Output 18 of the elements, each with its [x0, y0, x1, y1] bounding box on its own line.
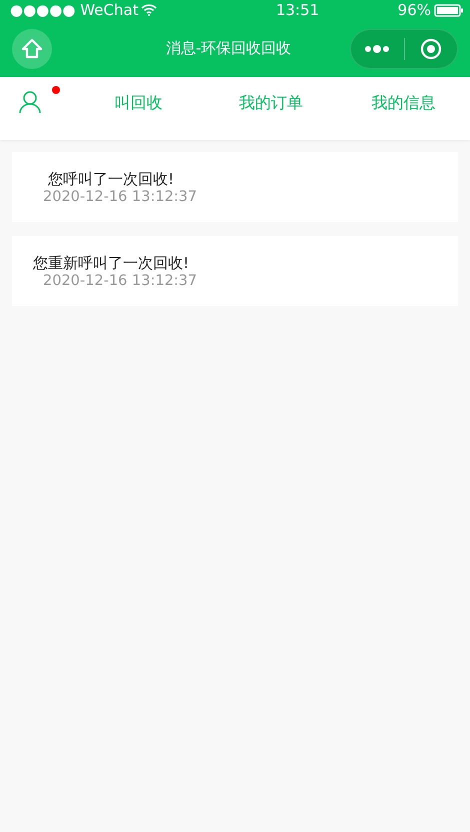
more-icon: [364, 44, 390, 54]
user-icon: [19, 90, 41, 114]
page-title: 消息-环保回收回收: [164, 39, 292, 58]
message-text: 您呼叫了一次回收!: [48, 170, 174, 188]
clock: 13:51: [276, 1, 320, 19]
nav-tab[interactable]: 叫回收: [72, 93, 205, 114]
target-icon: [420, 38, 442, 60]
nav-tab[interactable]: 我的订单: [204, 93, 338, 114]
battery-icon: [434, 4, 464, 16]
carrier-name: ●●●●● WeChat: [10, 1, 158, 19]
message-text: 您重新呼叫了一次回收!: [32, 254, 189, 272]
message-time: 2020-12-16 13:12:37: [43, 188, 197, 204]
wifi-icon: [141, 4, 158, 16]
home-icon: [21, 38, 43, 60]
message-time: 2020-12-16 13:12:37: [43, 272, 197, 288]
battery-level: 96%: [398, 1, 431, 19]
nav-tab[interactable]: 我的信息: [337, 93, 470, 114]
home-button[interactable]: [12, 28, 52, 68]
